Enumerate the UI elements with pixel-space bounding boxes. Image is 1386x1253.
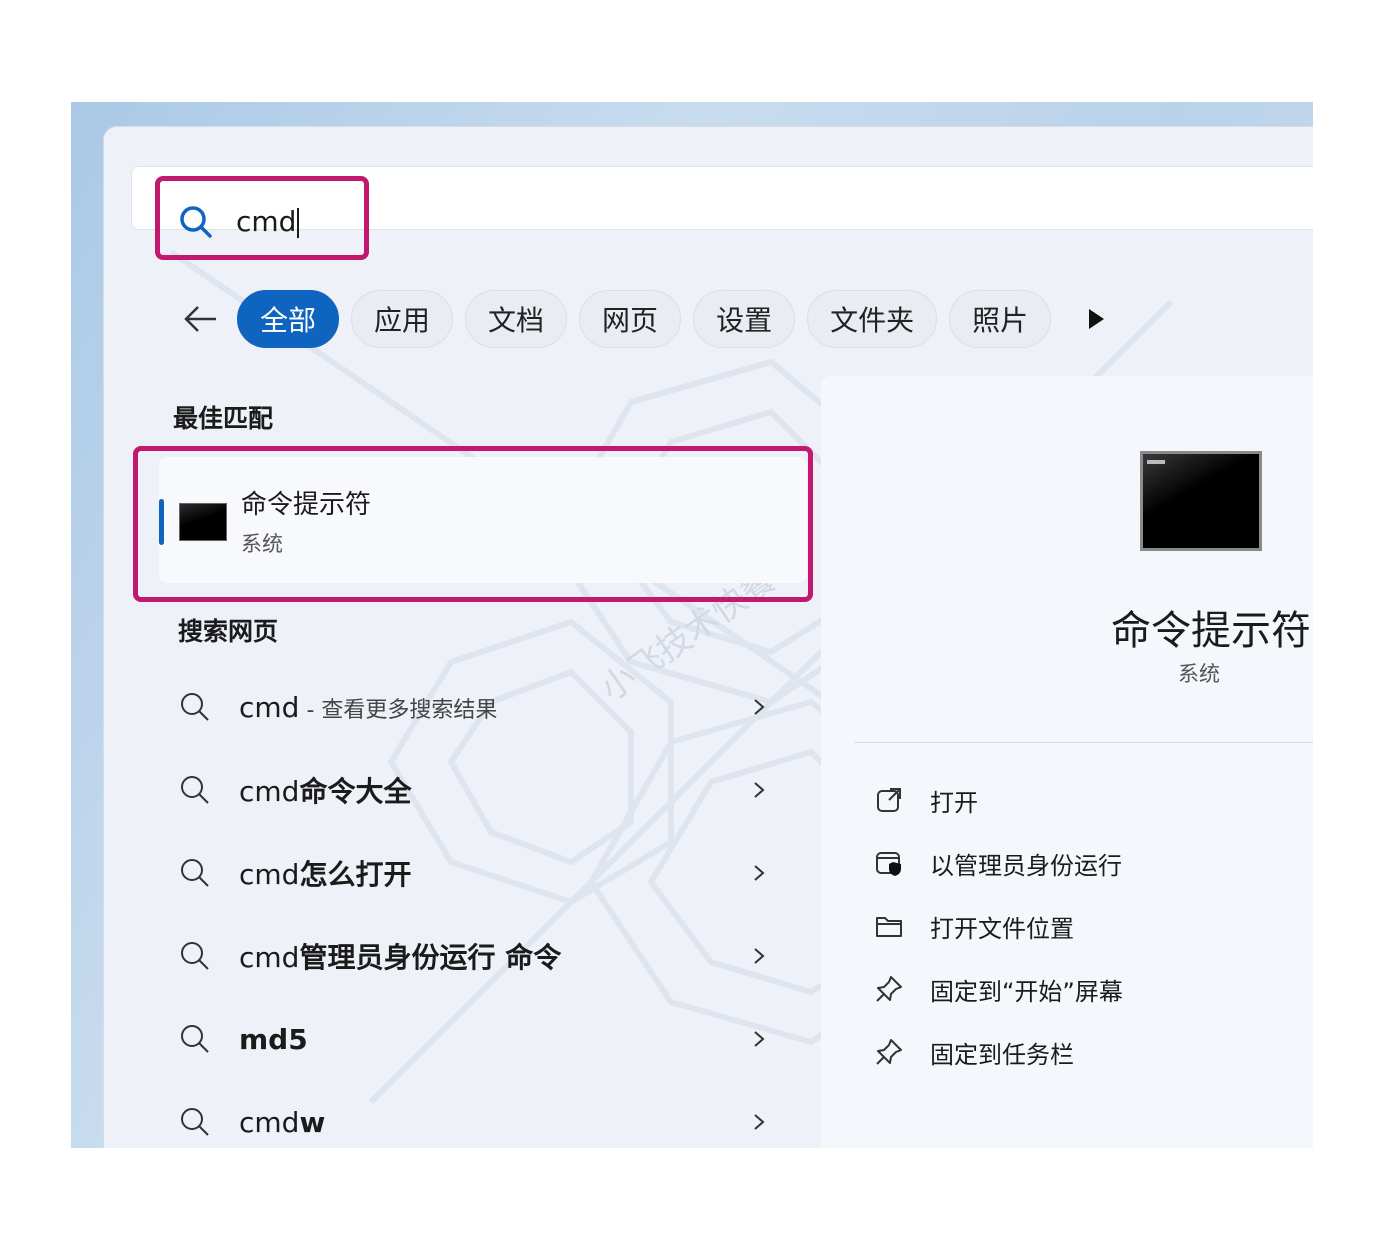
filter-chip-settings[interactable]: 设置 [693,290,796,348]
best-match-highlight-box [133,446,813,602]
chevron-right-icon [754,699,765,715]
suggestion-text: cmd - 查看更多搜索结果 [239,690,498,724]
cmd-app-large-icon [1140,451,1262,551]
web-suggestion-row[interactable]: cmdw [179,1092,769,1148]
action-pin-to-taskbar[interactable]: 固定到任务栏 [874,1030,1074,1074]
filter-chip-web[interactable]: 网页 [579,290,682,348]
action-label: 打开 [930,788,978,817]
search-icon [181,776,209,804]
search-icon [181,1025,209,1053]
best-match-heading: 最佳匹配 [173,404,274,433]
filter-chip-folders[interactable]: 文件夹 [807,290,938,348]
action-open-file-location[interactable]: 打开文件位置 [874,904,1074,948]
web-suggestion-row[interactable]: cmd怎么打开 [179,843,769,903]
chevron-right-icon [754,865,765,881]
suggestion-text: md5 [239,1022,308,1056]
search-icon [181,859,209,887]
preview-app-name: 命令提示符 [1111,608,1311,654]
web-suggestion-row[interactable]: md5 [179,1009,769,1069]
filter-chip-documents[interactable]: 文档 [465,290,568,348]
web-suggestion-row[interactable]: cmd命令大全 [179,760,769,820]
action-label: 打开文件位置 [930,914,1074,943]
filter-chip-all[interactable]: 全部 [237,290,340,348]
chevron-right-icon [754,1031,765,1047]
start-search-window: 小飞技术快餐 cmd 全部 应用 文档 网页 设置 文件夹 照片 最佳匹配 命令… [71,102,1313,1148]
search-icon [181,693,209,721]
chevron-right-icon [754,782,765,798]
pin-icon [876,1039,902,1065]
action-label: 以管理员身份运行 [930,851,1122,880]
more-filters-button[interactable] [1081,304,1111,334]
chevron-right-icon [754,948,765,964]
arrow-left-icon [184,306,216,332]
preview-app-type: 系统 [1178,662,1220,686]
filter-chip-apps[interactable]: 应用 [351,290,454,348]
chevron-right-icon [754,1114,765,1130]
action-label: 固定到“开始”屏幕 [930,977,1123,1006]
action-open[interactable]: 打开 [874,778,978,822]
action-label: 固定到任务栏 [930,1040,1074,1069]
search-icon [181,1108,209,1136]
suggestion-text: cmd命令大全 [239,775,412,808]
suggestion-text: cmd管理员身份运行 命令 [239,941,562,974]
web-suggestion-row[interactable]: cmd管理员身份运行 命令 [179,926,769,986]
search-highlight-box [155,176,369,260]
web-search-heading: 搜索网页 [178,617,279,646]
action-pin-to-start[interactable]: 固定到“开始”屏幕 [874,967,1123,1011]
filter-bar: 全部 应用 文档 网页 设置 文件夹 照片 [179,288,1111,350]
suggestion-text: cmd怎么打开 [239,858,412,891]
shield-run-admin-icon [876,852,901,876]
filter-chip-photos[interactable]: 照片 [949,290,1052,348]
folder-icon [876,917,902,937]
pin-icon [876,976,902,1002]
search-icon [181,942,209,970]
back-button[interactable] [179,297,223,341]
web-suggestion-row[interactable]: cmd - 查看更多搜索结果 [179,677,769,737]
suggestion-text: cmdw [239,1105,326,1139]
open-external-icon [877,788,901,812]
action-run-as-admin[interactable]: 以管理员身份运行 [874,841,1122,885]
preview-divider [854,742,1313,743]
play-more-icon [1089,309,1105,329]
